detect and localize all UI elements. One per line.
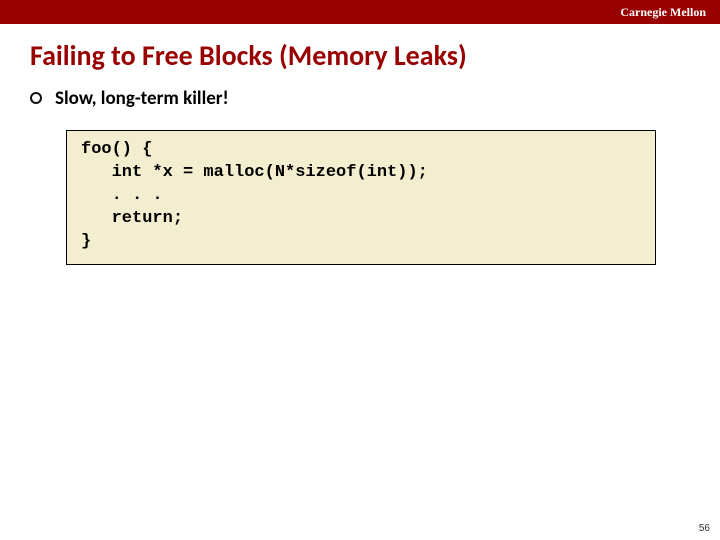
bullet-text: Slow, long-term killer! bbox=[55, 87, 229, 110]
bullet-marker-icon bbox=[30, 92, 42, 104]
page-number: 56 bbox=[699, 523, 710, 534]
slide-title: Failing to Free Blocks (Memory Leaks) bbox=[0, 24, 720, 83]
header-bar: Carnegie Mellon bbox=[0, 0, 720, 24]
bullet-item: Slow, long-term killer! bbox=[0, 83, 720, 110]
code-block: foo() { int *x = malloc(N*sizeof(int)); … bbox=[66, 130, 656, 265]
institution-label: Carnegie Mellon bbox=[620, 5, 706, 20]
